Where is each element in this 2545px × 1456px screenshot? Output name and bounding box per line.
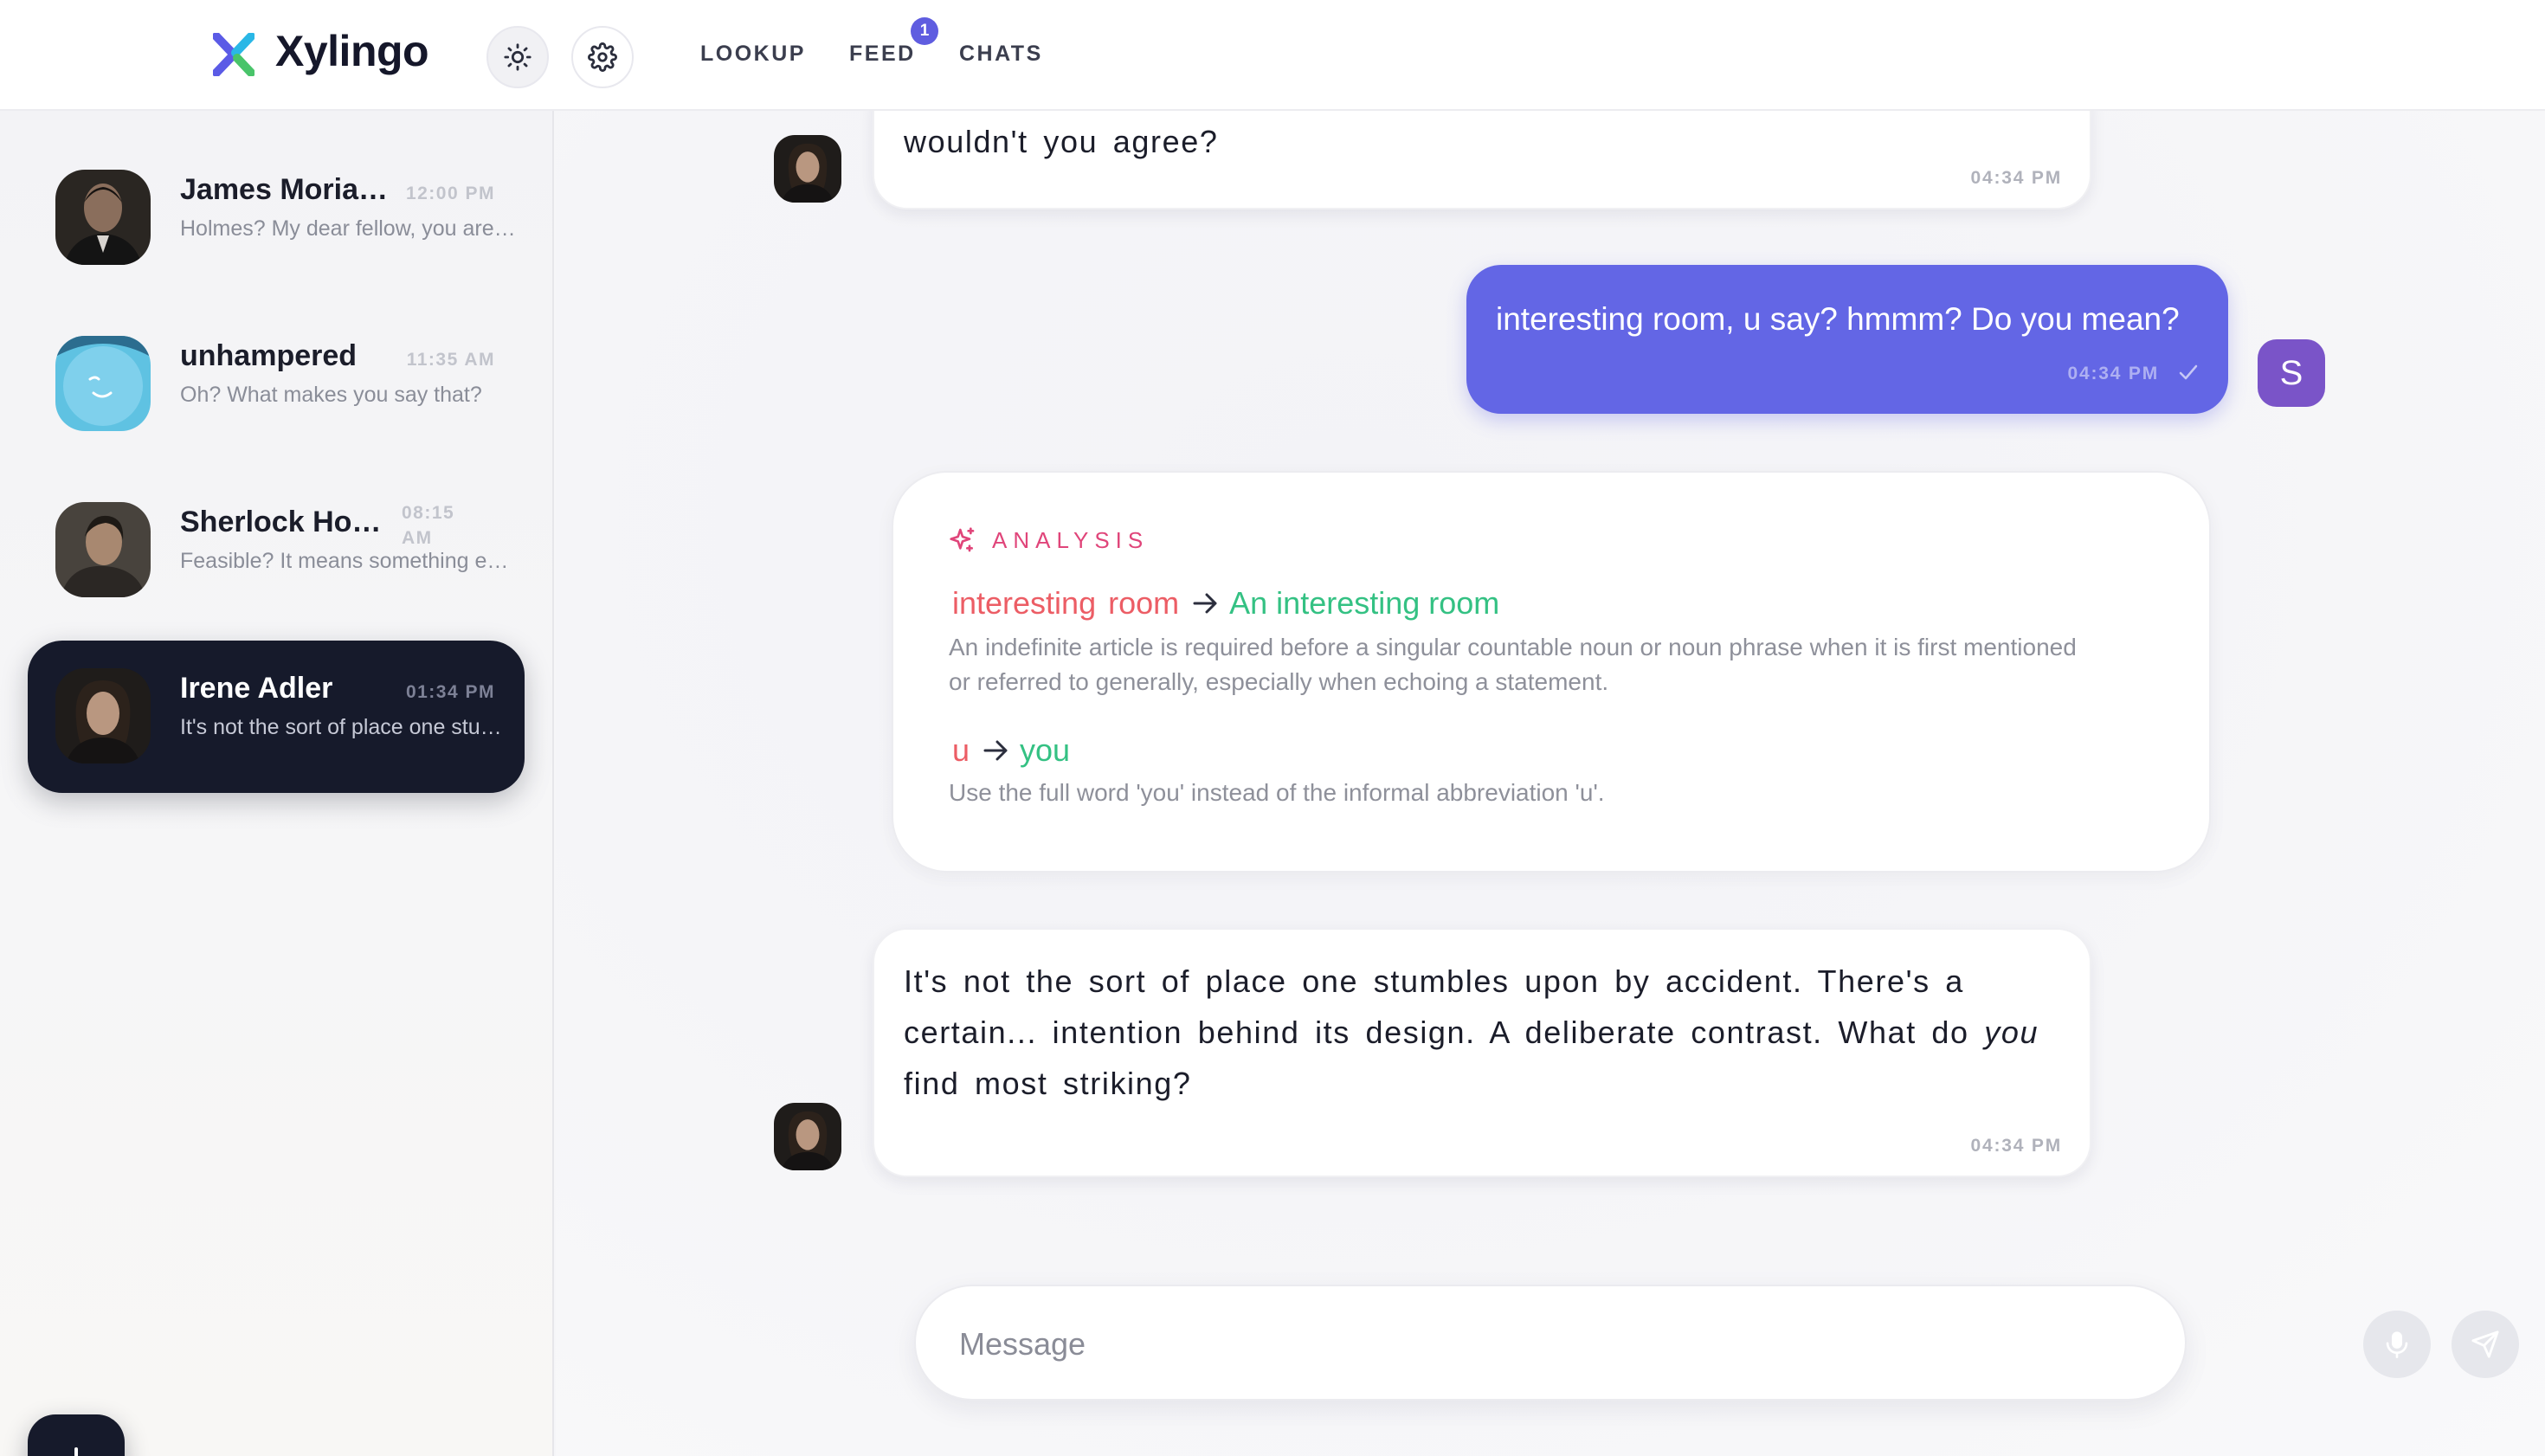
message-bubble-incoming: It's not the sort of place one stumbles … xyxy=(873,928,2091,1177)
send-button[interactable] xyxy=(2452,1311,2519,1378)
send-icon xyxy=(2471,1330,2499,1358)
chat-time: 12:00 PM xyxy=(405,184,495,203)
chat-item-unhampered[interactable]: unhampered 11:35 AM Oh? What makes you s… xyxy=(28,308,525,461)
chat-preview: It's not the sort of place one stumbles … xyxy=(180,715,519,739)
feed-notification-badge: 1 xyxy=(911,17,938,45)
message-text-part: It's not the sort of place one stumbles … xyxy=(904,963,1985,1050)
wrong-word: interesting xyxy=(952,585,1097,621)
wrong-word: room xyxy=(1108,585,1180,621)
chat-name: unhampered xyxy=(180,339,358,372)
chat-time: 08:15 AM xyxy=(402,500,462,551)
chat-time-line: 08:15 xyxy=(402,503,455,523)
user-avatar[interactable]: S xyxy=(2258,339,2325,407)
chat-item-james-moriarty[interactable]: James Moriarty 12:00 PM Holmes? My dear … xyxy=(28,142,525,294)
xylingo-logo-icon[interactable] xyxy=(213,33,254,76)
message-time: 04:34 PM xyxy=(1970,168,2062,188)
avatar xyxy=(55,170,151,265)
conversation-panel: wouldn't you agree? 04:34 PM interesting… xyxy=(556,111,2545,1456)
wrong-word: u xyxy=(952,732,970,768)
chat-time-line: AM xyxy=(402,528,433,548)
theme-toggle-button[interactable] xyxy=(486,26,549,88)
avatar xyxy=(774,1103,841,1170)
arrow-right-icon xyxy=(1193,592,1219,615)
analysis-header: ANALYSIS xyxy=(949,526,1149,554)
nav-lookup[interactable]: LOOKUP xyxy=(700,42,806,67)
message-composer xyxy=(914,1285,2519,1401)
check-icon xyxy=(2179,364,2198,380)
new-chat-button[interactable] xyxy=(28,1414,125,1456)
chat-preview: Holmes? My dear fellow, you are quite mi… xyxy=(180,216,519,241)
message-time: 04:34 PM xyxy=(1970,1136,2062,1156)
message-bubble-outgoing: interesting room, u say? hmmm? Do you me… xyxy=(1466,265,2228,414)
message-text: wouldn't you agree? xyxy=(904,124,1219,159)
voice-input-button[interactable] xyxy=(2363,1311,2431,1378)
chat-time: 01:34 PM xyxy=(405,682,495,702)
avatar xyxy=(55,668,151,763)
chat-name: Irene Adler xyxy=(180,672,333,705)
avatar xyxy=(55,336,151,431)
message-text-part: find most striking? xyxy=(904,1066,1192,1101)
analysis-card: ANALYSIS interesting room An interesting… xyxy=(892,471,2211,873)
analysis-title: ANALYSIS xyxy=(992,526,1150,553)
message-text-emphasis: you xyxy=(1984,1015,2039,1050)
sun-icon xyxy=(504,43,532,71)
correction-2: u you xyxy=(949,732,1070,769)
correction-1: interesting room An interesting room xyxy=(949,585,1499,622)
gear-icon xyxy=(588,42,617,72)
chat-preview: Feasible? It means something entirely di… xyxy=(180,549,519,573)
arrow-right-icon xyxy=(983,739,1009,762)
sparkle-icon xyxy=(950,527,975,552)
message-bubble-incoming: wouldn't you agree? 04:34 PM xyxy=(873,111,2091,209)
message-text: interesting room, u say? hmmm? Do you me… xyxy=(1496,301,2180,337)
message-input[interactable] xyxy=(959,1314,1963,1375)
avatar xyxy=(774,135,841,203)
mic-icon xyxy=(2386,1331,2408,1358)
chat-time: 11:35 AM xyxy=(406,350,495,370)
plus-icon xyxy=(74,1447,78,1456)
message-time: 04:34 PM xyxy=(2067,364,2159,383)
chat-name: Sherlock Holmes xyxy=(180,506,388,538)
top-bar: Xylingo LOOKUP FEED 1 CHATS xyxy=(0,0,2545,111)
chat-item-sherlock-holmes[interactable]: Sherlock Holmes 08:15 AM Feasible? It me… xyxy=(28,474,525,627)
avatar xyxy=(55,502,151,597)
chat-preview: Oh? What makes you say that? xyxy=(180,383,482,407)
chat-list-sidebar: James Moriarty 12:00 PM Holmes? My dear … xyxy=(0,111,554,1456)
brand-name[interactable]: Xylingo xyxy=(275,26,429,76)
chat-name: James Moriarty xyxy=(180,173,388,206)
nav-feed[interactable]: FEED xyxy=(849,42,916,67)
settings-button[interactable] xyxy=(571,26,634,88)
correction-explanation: An indefinite article is required before… xyxy=(949,634,2077,695)
correction-explanation: Use the full word 'you' instead of the i… xyxy=(949,779,1605,806)
chat-item-irene-adler[interactable]: Irene Adler 01:34 PM It's not the sort o… xyxy=(28,641,525,793)
nav-chats[interactable]: CHATS xyxy=(959,42,1043,67)
message-text: It's not the sort of place one stumbles … xyxy=(904,956,2069,1109)
correct-phrase: you xyxy=(1020,732,1071,768)
correct-phrase: An interesting room xyxy=(1229,585,1500,621)
